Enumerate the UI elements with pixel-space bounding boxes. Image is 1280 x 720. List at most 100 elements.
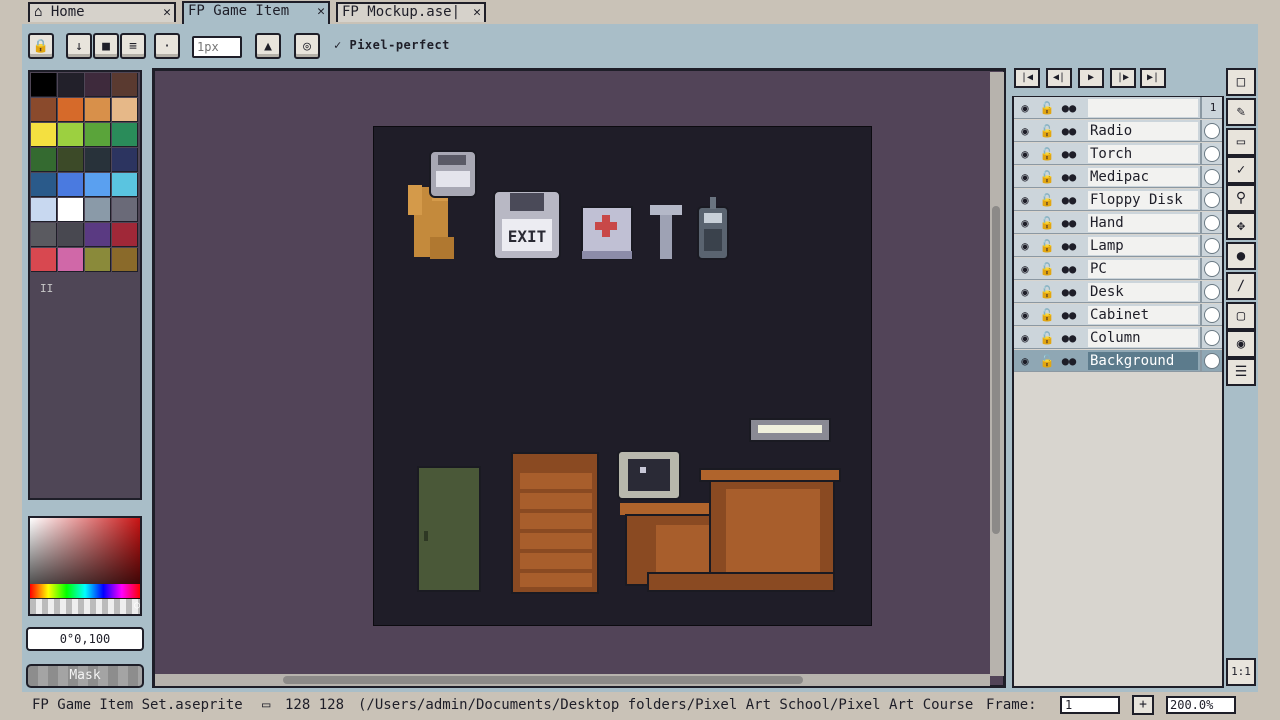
lock-icon[interactable]: 🔓 bbox=[1038, 353, 1056, 369]
eye-icon[interactable]: ◉ bbox=[1016, 123, 1034, 139]
palette-swatch[interactable] bbox=[58, 223, 84, 247]
palette-swatch[interactable] bbox=[85, 98, 111, 122]
mask-button[interactable]: Mask bbox=[26, 664, 144, 688]
eye-icon[interactable]: ◉ bbox=[1016, 284, 1034, 300]
contour-tool[interactable]: ◉ bbox=[1226, 330, 1256, 358]
cel-dot[interactable] bbox=[1204, 238, 1220, 254]
palette-swatch[interactable] bbox=[31, 173, 57, 197]
continuous-icon[interactable]: ●● bbox=[1060, 192, 1078, 208]
prev-frame-button[interactable]: ◀| bbox=[1046, 68, 1072, 88]
palette-swatch[interactable] bbox=[31, 223, 57, 247]
palette-swatch[interactable] bbox=[112, 123, 138, 147]
symmetry-button[interactable]: ◎ bbox=[294, 33, 320, 59]
palette-swatch[interactable] bbox=[31, 248, 57, 272]
lock-icon[interactable]: 🔓 bbox=[1038, 146, 1056, 162]
cel-dot[interactable] bbox=[1204, 353, 1220, 369]
frame-input[interactable]: 1 bbox=[1060, 696, 1120, 714]
brush-size-input[interactable] bbox=[192, 36, 242, 58]
continuous-icon[interactable]: ●● bbox=[1060, 261, 1078, 277]
eye-icon[interactable]: ◉ bbox=[1016, 330, 1034, 346]
layer-row[interactable]: ◉ 🔓 ●● Background bbox=[1014, 350, 1222, 372]
continuous-icon[interactable]: ●● bbox=[1060, 146, 1078, 162]
lock-icon[interactable]: 🔓 bbox=[1038, 169, 1056, 185]
lock-icon[interactable]: 🔓 bbox=[1038, 123, 1056, 139]
lock-icon[interactable]: 🔓 bbox=[1038, 100, 1056, 116]
line-tool[interactable]: ∕ bbox=[1226, 272, 1256, 300]
marquee-tool[interactable]: □ bbox=[1226, 68, 1256, 96]
lock-icon[interactable]: 🔓 bbox=[1038, 238, 1056, 254]
layer-row[interactable]: ◉ 🔓 ●● 1 bbox=[1014, 97, 1222, 119]
zoom-input[interactable]: 200.0% bbox=[1166, 696, 1236, 714]
continuous-icon[interactable]: ●● bbox=[1060, 169, 1078, 185]
continuous-icon[interactable]: ●● bbox=[1060, 330, 1078, 346]
palette-swatch[interactable] bbox=[112, 223, 138, 247]
palette-swatch[interactable] bbox=[31, 198, 57, 222]
palette-swatch[interactable] bbox=[58, 73, 84, 97]
continuous-icon[interactable]: ●● bbox=[1060, 100, 1078, 116]
palette-options-icon[interactable]: II bbox=[40, 282, 53, 295]
cel-dot[interactable] bbox=[1204, 123, 1220, 139]
eraser-tool[interactable]: ▭ bbox=[1226, 128, 1256, 156]
close-icon[interactable]: ✕ bbox=[163, 5, 171, 21]
last-frame-button[interactable]: ▶| bbox=[1140, 68, 1166, 88]
palette-swatch[interactable] bbox=[112, 173, 138, 197]
first-frame-button[interactable]: |◀ bbox=[1014, 68, 1040, 88]
cel-dot[interactable] bbox=[1204, 215, 1220, 231]
cel-dot[interactable] bbox=[1204, 169, 1220, 185]
frame-number[interactable]: 1 bbox=[1204, 100, 1222, 116]
palette-swatch[interactable] bbox=[31, 123, 57, 147]
pencil-tool[interactable]: ✎ bbox=[1226, 98, 1256, 126]
layer-row[interactable]: ◉ 🔓 ●● Column bbox=[1014, 327, 1222, 349]
rectangle-tool[interactable]: ▢ bbox=[1226, 302, 1256, 330]
pixel-perfect-checkbox[interactable]: ✓ Pixel-perfect bbox=[334, 38, 450, 52]
cel-dot[interactable] bbox=[1204, 284, 1220, 300]
square-brush-button[interactable]: ■ bbox=[93, 33, 119, 59]
continuous-icon[interactable]: ●● bbox=[1060, 238, 1078, 254]
palette-swatch[interactable] bbox=[58, 123, 84, 147]
blur-tool[interactable]: ☰ bbox=[1226, 358, 1256, 386]
palette-swatch[interactable] bbox=[58, 173, 84, 197]
palette-swatch[interactable] bbox=[85, 123, 111, 147]
eye-icon[interactable]: ◉ bbox=[1016, 215, 1034, 231]
hue-slider[interactable] bbox=[30, 584, 140, 598]
fill-tool[interactable]: ● bbox=[1226, 242, 1256, 270]
lock-icon[interactable]: 🔓 bbox=[1038, 284, 1056, 300]
palette-swatch[interactable] bbox=[85, 173, 111, 197]
lock-icon[interactable]: 🔓 bbox=[1038, 330, 1056, 346]
cel-dot[interactable] bbox=[1204, 146, 1220, 162]
horizontal-scroll-thumb[interactable] bbox=[283, 676, 803, 684]
palette-swatch[interactable] bbox=[85, 148, 111, 172]
lock-icon[interactable]: 🔓 bbox=[1038, 261, 1056, 277]
zoom-fit-button[interactable]: 1:1 bbox=[1226, 658, 1256, 686]
palette-swatch[interactable] bbox=[112, 148, 138, 172]
line-brush-button[interactable]: ≡ bbox=[120, 33, 146, 59]
move-down-button[interactable]: ↓ bbox=[66, 33, 92, 59]
palette-swatch[interactable] bbox=[85, 223, 111, 247]
continuous-icon[interactable]: ●● bbox=[1060, 123, 1078, 139]
layer-row[interactable]: ◉ 🔓 ●● Lamp bbox=[1014, 235, 1222, 257]
eye-icon[interactable]: ◉ bbox=[1016, 307, 1034, 323]
eye-icon[interactable]: ◉ bbox=[1016, 169, 1034, 185]
layer-row[interactable]: ◉ 🔓 ●● Desk bbox=[1014, 281, 1222, 303]
palette-swatch[interactable] bbox=[58, 248, 84, 272]
lock-icon[interactable]: 🔓 bbox=[1038, 215, 1056, 231]
palette-swatch[interactable] bbox=[112, 98, 138, 122]
eyedropper-tool[interactable]: ✓ bbox=[1226, 156, 1256, 184]
eye-icon[interactable]: ◉ bbox=[1016, 100, 1034, 116]
palette-swatch[interactable] bbox=[58, 98, 84, 122]
tab-fp-game-item[interactable]: FP Game Item ✕ bbox=[182, 1, 330, 24]
palette-swatch[interactable] bbox=[85, 73, 111, 97]
next-frame-button[interactable]: |▶ bbox=[1110, 68, 1136, 88]
eye-icon[interactable]: ◉ bbox=[1016, 238, 1034, 254]
lock-icon[interactable]: 🔓 bbox=[1038, 192, 1056, 208]
layer-row[interactable]: ◉ 🔓 ●● Torch bbox=[1014, 143, 1222, 165]
zoom-tool[interactable]: ⚲ bbox=[1226, 184, 1256, 212]
eye-icon[interactable]: ◉ bbox=[1016, 353, 1034, 369]
lock-alpha-button[interactable]: 🔒 bbox=[28, 33, 54, 59]
cel-dot[interactable] bbox=[1204, 330, 1220, 346]
layer-row[interactable]: ◉ 🔓 ●● PC bbox=[1014, 258, 1222, 280]
cel-dot[interactable] bbox=[1204, 192, 1220, 208]
palette-swatch[interactable] bbox=[58, 148, 84, 172]
palette-swatch[interactable] bbox=[112, 248, 138, 272]
sprite-canvas[interactable]: EXIT bbox=[373, 126, 872, 626]
